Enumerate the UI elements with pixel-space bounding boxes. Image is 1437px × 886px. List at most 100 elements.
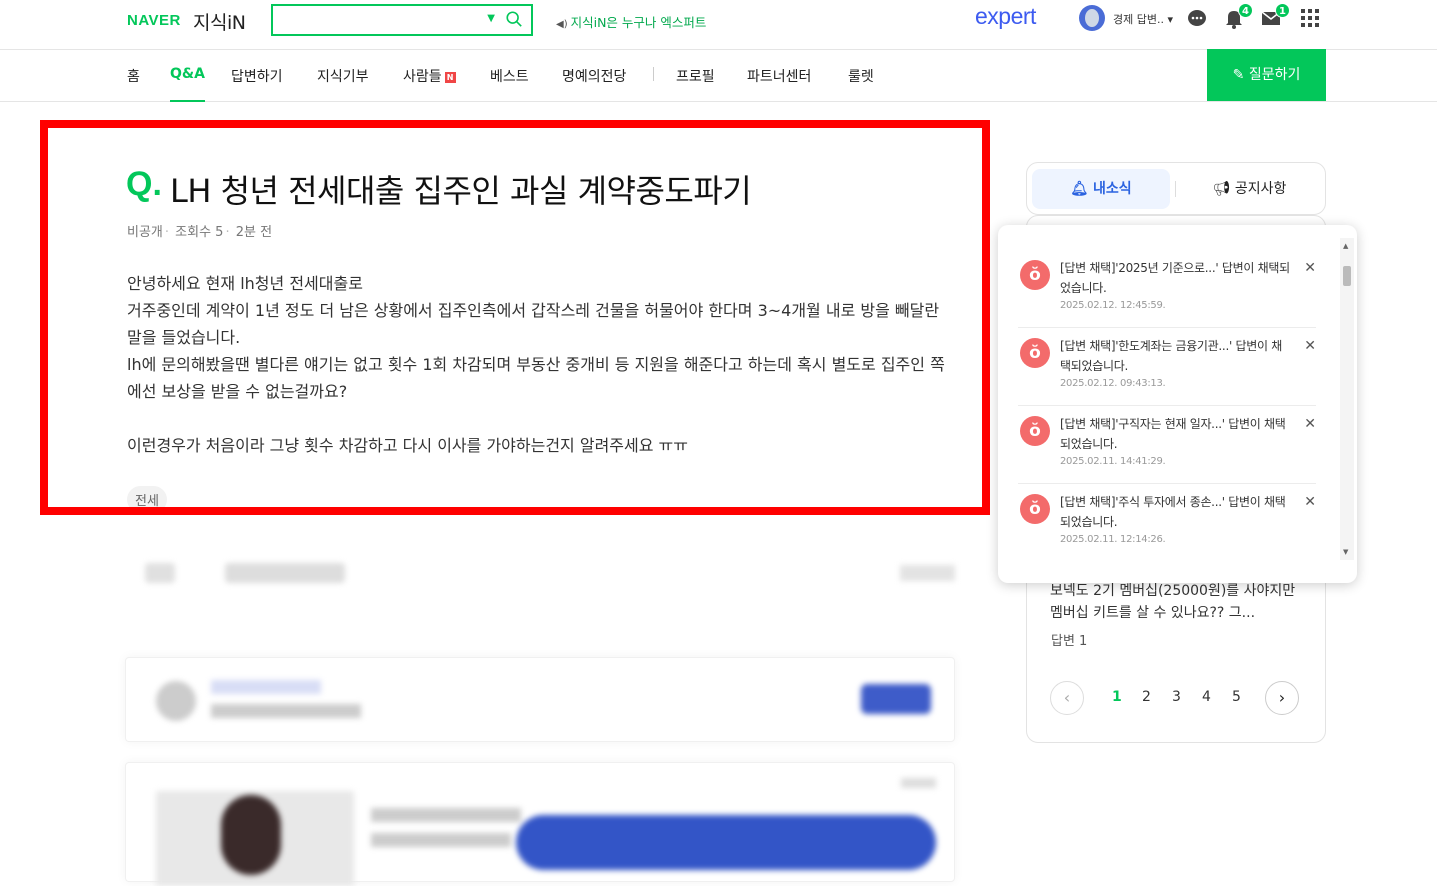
pagination: ‹ 1 2 3 4 5 › — [1050, 681, 1300, 715]
nav-people[interactable]: 사람들 N — [403, 66, 456, 86]
notification-item[interactable]: ŏ [답변 채택]'구직자는 현재 일자...' 답변이 채택되었습니다. 20… — [1018, 406, 1316, 484]
kin-logo[interactable]: 지식iN — [193, 8, 246, 35]
close-icon[interactable]: ✕ — [1304, 260, 1316, 276]
close-icon[interactable]: ✕ — [1304, 338, 1316, 354]
search-box[interactable]: ▼ — [271, 4, 533, 36]
visibility-label: 비공개 — [127, 225, 163, 240]
question-meta: 비공개 · 조회수 5 · 2분 전 — [127, 225, 273, 240]
adopted-answer-icon: ŏ — [1020, 494, 1050, 524]
nav-hall-of-fame[interactable]: 명예의전당 — [562, 66, 626, 86]
nav-qa[interactable]: Q&A — [170, 66, 205, 102]
ask-question-button[interactable]: ✎ 질문하기 — [1207, 49, 1326, 101]
mail-icon[interactable]: 1 — [1260, 3, 1290, 29]
notification-scrollbar[interactable]: ▲ ▼ — [1340, 238, 1354, 560]
body-line: 이런경우가 처음이라 그냥 횟수 차감하고 다시 이사를 가야하는건지 알려주세… — [127, 436, 688, 455]
blurred-button — [225, 563, 345, 583]
notification-item[interactable]: ŏ [답변 채택]'주식 투자에서 종손...' 답변이 채택되었습니다. 20… — [1018, 484, 1316, 562]
expert-logo[interactable]: expert — [975, 3, 1036, 30]
tab-notices[interactable]: 📢︎ 공지사항 — [1177, 169, 1322, 209]
blurred-text — [901, 778, 936, 788]
nav-roulette[interactable]: 룰렛 — [848, 66, 874, 86]
bell-outline-icon: 🔔︎ — [1070, 181, 1089, 197]
adopted-answer-icon: ŏ — [1020, 338, 1050, 368]
mail-count-badge: 1 — [1275, 3, 1290, 18]
prev-page-button[interactable]: ‹ — [1050, 681, 1084, 715]
blurred-action — [900, 565, 955, 581]
user-avatar[interactable] — [1079, 5, 1105, 31]
page-1[interactable]: 1 — [1112, 689, 1122, 705]
search-icon[interactable] — [505, 10, 523, 28]
scroll-down-arrow-icon[interactable]: ▼ — [1343, 548, 1348, 556]
question-mark: Q. — [126, 165, 162, 203]
body-line: lh에 문의해봤을땐 별다른 얘기는 없고 횟수 1회 차감되며 부동산 중개비… — [127, 355, 945, 401]
tab-my-news[interactable]: 🔔︎ 내소식 — [1032, 169, 1170, 209]
next-page-button[interactable]: › — [1265, 681, 1299, 715]
page-5[interactable]: 5 — [1232, 689, 1241, 705]
tab-divider — [1175, 181, 1176, 197]
blurred-answer-card — [125, 657, 955, 742]
view-count: 조회수 5 — [175, 225, 224, 240]
search-dropdown-icon[interactable]: ▼ — [487, 13, 495, 24]
scroll-up-arrow-icon[interactable]: ▲ — [1343, 242, 1348, 250]
chat-icon[interactable] — [1186, 7, 1208, 29]
notification-text: [답변 채택]'한도계좌는 금융기관...' 답변이 채택되었습니다. — [1060, 339, 1282, 373]
close-icon[interactable]: ✕ — [1304, 494, 1316, 510]
notification-popup: ŏ [답변 채택]'2025년 기준으로...' 답변이 채택되었습니다. 20… — [998, 225, 1357, 583]
speaker-icon: ◀) — [556, 19, 568, 30]
notification-item[interactable]: ŏ [답변 채택]'2025년 기준으로...' 답변이 채택되었습니다. 20… — [1018, 250, 1316, 328]
blurred-text — [371, 833, 511, 847]
page-3[interactable]: 3 — [1172, 689, 1181, 705]
user-name-menu[interactable]: 경제 답변.. ▾ — [1113, 11, 1173, 27]
side-preview-text[interactable]: 보넥도 2기 멤버십(25000원)를 사야지만 멤버십 키트를 살 수 있나요… — [1050, 580, 1310, 624]
top-header: NAVER 지식iN ▼ ◀) 지식iN은 누구나 엑스퍼트 expert 경제 … — [0, 0, 1437, 50]
expert-tagline[interactable]: ◀) 지식iN은 누구나 엑스퍼트 — [556, 12, 706, 31]
megaphone-icon: 📢︎ — [1212, 181, 1231, 197]
notification-date: 2025.02.11. 12:14:26. — [1060, 534, 1166, 545]
blurred-avatar — [156, 681, 196, 721]
notification-list: ŏ [답변 채택]'2025년 기준으로...' 답변이 채택되었습니다. 20… — [998, 225, 1338, 575]
page-4[interactable]: 4 — [1202, 689, 1211, 705]
naver-logo[interactable]: NAVER — [127, 12, 181, 29]
blurred-button — [861, 684, 931, 714]
post-time: 2분 전 — [235, 225, 273, 240]
nav-best[interactable]: 베스트 — [490, 66, 529, 86]
search-input[interactable] — [279, 10, 479, 30]
tag-chip[interactable]: 전세 — [127, 486, 167, 507]
blurred-button — [145, 563, 175, 583]
tagline-text: 지식iN은 누구나 엑스퍼트 — [570, 15, 707, 30]
blurred-text — [371, 808, 521, 822]
pencil-icon: ✎ — [1232, 67, 1245, 83]
notification-text: [답변 채택]'주식 투자에서 종손...' 답변이 채택되었습니다. — [1060, 495, 1286, 529]
question-body: 안녕하세요 현재 lh청년 전세대출로 거주중인데 계약이 1년 정도 더 남은… — [127, 270, 957, 459]
side-tab-bar: 🔔︎ 내소식 📢︎ 공지사항 — [1026, 162, 1326, 215]
page-2[interactable]: 2 — [1142, 689, 1151, 705]
blurred-text — [211, 680, 321, 694]
notification-text: [답변 채택]'2025년 기준으로...' 답변이 채택되었습니다. — [1060, 261, 1290, 295]
apps-grid-icon[interactable] — [1299, 7, 1321, 29]
nav-answer[interactable]: 답변하기 — [231, 66, 283, 86]
body-blank-line — [127, 405, 957, 432]
bell-icon[interactable]: 4 — [1223, 3, 1253, 29]
blurred-text — [211, 704, 361, 718]
close-icon[interactable]: ✕ — [1304, 416, 1316, 432]
nav-home[interactable]: 홈 — [127, 66, 140, 86]
adopted-answer-icon: ŏ — [1020, 416, 1050, 446]
nav-profile[interactable]: 프로필 — [676, 66, 715, 86]
notification-date: 2025.02.12. 09:43:13. — [1060, 378, 1166, 389]
nav-donate[interactable]: 지식기부 — [317, 66, 369, 86]
question-highlight-frame: Q. LH 청년 전세대출 집주인 과실 계약중도파기 비공개 · 조회수 5 · … — [40, 120, 990, 515]
blurred-button — [516, 815, 936, 870]
notification-item[interactable]: ŏ [답변 채택]'한도계좌는 금융기관...' 답변이 채택되었습니다. 20… — [1018, 328, 1316, 406]
question-title: LH 청년 전세대출 집주인 과실 계약중도파기 — [170, 172, 752, 210]
new-badge: N — [444, 72, 456, 83]
blurred-ad-card — [125, 762, 955, 886]
notification-date: 2025.02.11. 14:41:29. — [1060, 456, 1166, 467]
side-preview-answers: 답변 1 — [1051, 634, 1088, 649]
nav-divider — [653, 67, 654, 81]
notification-date: 2025.02.12. 12:45:59. — [1060, 300, 1166, 311]
notification-count-badge: 4 — [1238, 3, 1253, 18]
adopted-answer-icon: ŏ — [1020, 260, 1050, 290]
body-line: 안녕하세요 현재 lh청년 전세대출로 — [127, 274, 363, 293]
scroll-thumb[interactable] — [1343, 266, 1351, 286]
nav-partner-center[interactable]: 파트너센터 — [747, 66, 811, 86]
